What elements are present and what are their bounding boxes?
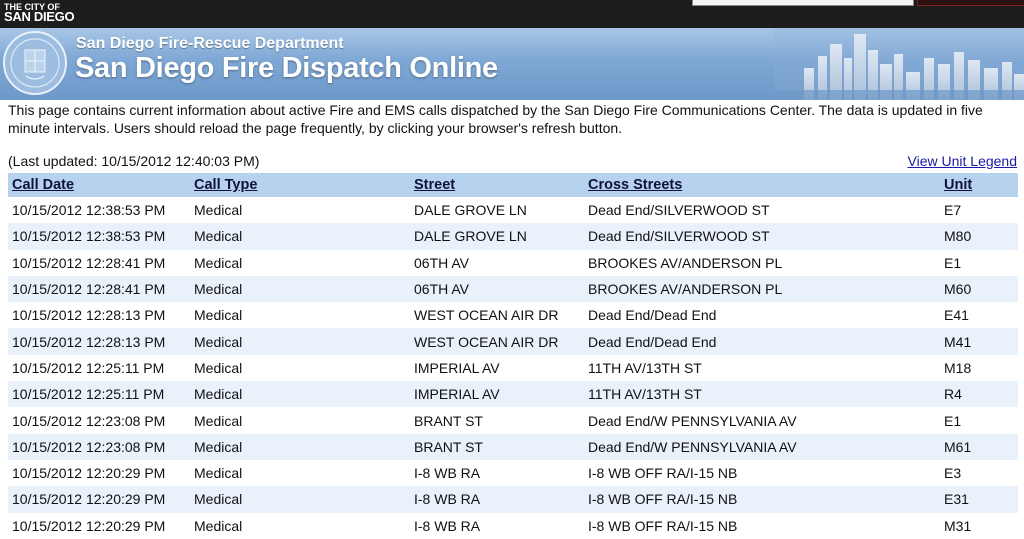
cell-cross-streets: I-8 WB OFF RA/I-15 NB [588,465,738,482]
cell-street: I-8 WB RA [410,486,584,513]
calls-table: Call Date Call Type Street Cross Streets… [8,173,1018,539]
table-row: 10/15/2012 12:38:53 PM Medical DALE GROVE … [8,223,1018,250]
cell-call-type: Medical [190,275,410,303]
column-header-unit[interactable]: Unit [940,173,1018,197]
table-row: 10/15/2012 12:23:08 PM Medical BRANT ST Dea… [8,407,1018,433]
cell-street: 06TH AV [410,275,584,303]
table-row: 10/15/2012 12:20:29 PM Medical I-8 WB RA I-… [8,460,1018,486]
cell-street: WEST OCEAN AIR DR [414,307,559,324]
cell-call-date: 10/15/2012 12:20:29 PM [8,486,190,513]
cell-street: IMPERIAL AV [414,359,500,376]
table-row: 10/15/2012 12:23:08 PM Medical BRANT ST Dea… [8,433,1018,460]
cell-call-date: 10/15/2012 12:28:41 PM [8,275,190,303]
cell-street: DALE GROVE LN [414,202,527,219]
cell-call-type: Medical [190,433,410,460]
skyline-image [774,28,1024,100]
cell-street: DALE GROVE LN [410,223,584,250]
cell-unit: M18 [944,359,972,376]
cell-call-type: Medical [194,359,243,376]
cell-unit: R4 [940,381,1018,408]
cell-call-type: Medical [194,412,243,429]
intro-text: This page contains current information a… [8,102,983,136]
cell-call-date: 10/15/2012 12:23:08 PM [12,412,166,429]
table-row: 10/15/2012 12:28:41 PM Medical 06TH AV BROO… [8,250,1018,276]
cell-unit: E3 [944,465,962,482]
cell-unit: E1 [944,412,962,429]
cell-cross-streets: I-8 WB OFF RA/I-15 NB [584,486,940,513]
search-input[interactable] [692,0,914,6]
cell-call-date: 10/15/2012 12:20:29 PM [12,465,166,482]
city-seal-icon [3,31,67,95]
cell-unit: M41 [940,328,1018,355]
cell-cross-streets: 11TH AV/13TH ST [588,359,702,376]
cell-street: WEST OCEAN AIR DR [410,328,584,355]
cell-street: BRANT ST [414,412,483,429]
cell-unit: E41 [944,307,969,324]
cell-street: IMPERIAL AV [410,381,584,408]
table-row: 10/15/2012 12:25:11 PM Medical IMPERIAL AV… [8,381,1018,408]
cell-call-date: 10/15/2012 12:25:11 PM [12,359,165,376]
cell-call-type: Medical [190,223,410,250]
cell-cross-streets: Dead End/SILVERWOOD ST [584,223,940,250]
cell-call-type: Medical [194,465,243,482]
cell-call-date: 10/15/2012 12:28:41 PM [12,254,166,271]
department-name: San Diego Fire-Rescue Department [76,35,344,52]
column-header-call-date[interactable]: Call Date [8,173,190,197]
table-header-row: Call Date Call Type Street Cross Streets… [8,173,1018,197]
table-row: 10/15/2012 12:38:53 PM Medical DALE GROVE … [8,197,1018,223]
page-title: San Diego Fire Dispatch Online [75,52,498,84]
cell-street: 06TH AV [414,254,469,271]
cell-call-type: Medical [190,381,410,408]
cell-cross-streets: 11TH AV/13TH ST [584,381,940,408]
last-updated-text: (Last updated: 10/15/2012 12:40:03 PM) [8,153,260,169]
cell-call-date: 10/15/2012 12:38:53 PM [12,202,166,219]
top-bar: THE CITY OF SAN DIEGO [0,0,1024,28]
cell-call-type: Medical [194,307,243,324]
view-unit-legend-link[interactable]: View Unit Legend [908,153,1017,169]
cell-unit: E31 [940,486,1018,513]
cell-call-type: Medical [190,328,410,355]
table-row: 10/15/2012 12:20:29 PM Medical I-8 WB RA I-… [8,486,1018,513]
cell-cross-streets: BROOKES AV/ANDERSON PL [584,275,940,303]
cell-call-date: 10/15/2012 12:38:53 PM [8,223,190,250]
cell-unit: M60 [940,275,1018,303]
cell-street: BRANT ST [410,433,584,460]
city-logo[interactable]: THE CITY OF SAN DIEGO [4,2,75,24]
cell-cross-streets: Dead End/Dead End [584,328,940,355]
column-header-cross-streets[interactable]: Cross Streets [584,173,940,197]
table-row: 10/15/2012 12:28:13 PM Medical WEST OCEAN … [8,328,1018,355]
cell-cross-streets: Dead End/SILVERWOOD ST [588,202,770,219]
page-banner: San Diego Fire-Rescue Department San Die… [0,28,1024,100]
city-logo-big-text: SAN DIEGO [4,9,75,24]
cell-call-date: 10/15/2012 12:25:11 PM [8,381,190,408]
cell-cross-streets: Dead End/W PENNSYLVANIA AV [588,412,797,429]
cell-call-type: Medical [194,254,243,271]
table-row: 10/15/2012 12:25:11 PM Medical IMPERIAL AV… [8,355,1018,381]
cell-cross-streets: BROOKES AV/ANDERSON PL [588,254,783,271]
table-row: 10/15/2012 12:28:41 PM Medical 06TH AV BROO… [8,275,1018,303]
cell-cross-streets: Dead End/Dead End [588,307,717,324]
cell-call-date: 10/15/2012 12:28:13 PM [8,328,190,355]
top-button[interactable] [917,0,1024,6]
cell-unit: M61 [940,433,1018,460]
cell-call-type: Medical [194,202,243,219]
table-row: 10/15/2012 12:28:13 PM Medical WEST OCEAN … [8,302,1018,328]
cell-unit: E1 [944,254,962,271]
cell-cross-streets: Dead End/W PENNSYLVANIA AV [584,433,940,460]
column-header-call-type[interactable]: Call Type [190,173,410,197]
column-header-street[interactable]: Street [410,173,584,197]
cell-call-date: 10/15/2012 12:23:08 PM [8,433,190,460]
cell-unit: M80 [940,223,1018,250]
cell-call-date: 10/15/2012 12:28:13 PM [12,307,166,324]
cell-street: I-8 WB RA [414,465,481,482]
cell-call-type: Medical [190,486,410,513]
cell-unit: E7 [944,202,962,219]
